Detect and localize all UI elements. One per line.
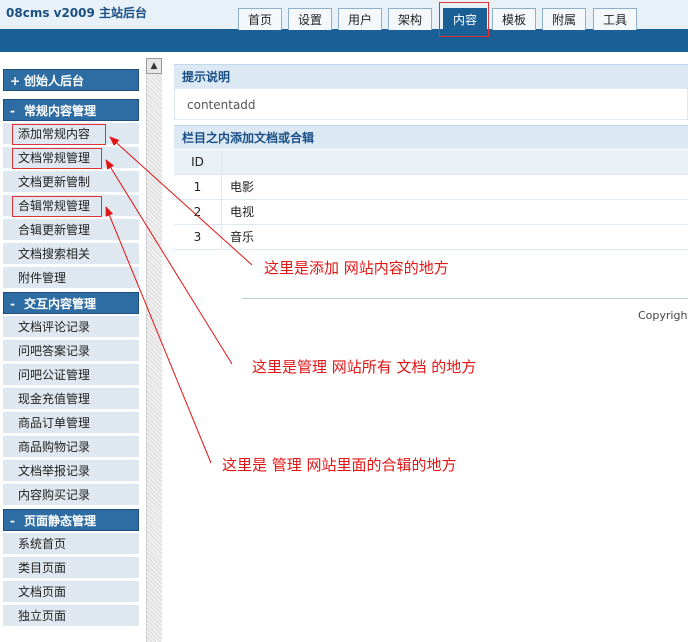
annotation-add-content: 这里是添加 网站内容的地方 xyxy=(264,259,449,277)
annotation-album-manage: 这里是 管理 网站里面的合辑的地方 xyxy=(222,456,457,474)
annotation-arrows xyxy=(105,136,253,464)
annotation-doc-manage: 这里是管理 网站所有 文档 的地方 xyxy=(252,358,477,376)
